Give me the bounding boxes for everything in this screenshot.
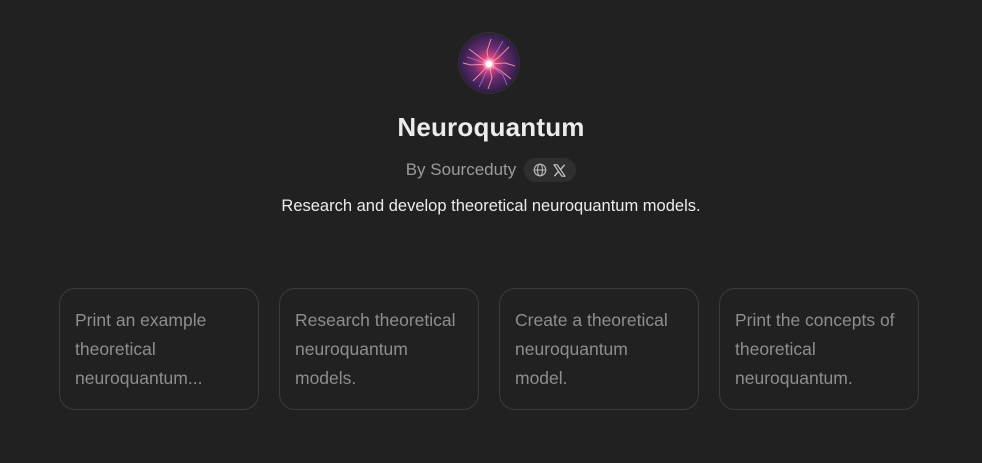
gpt-landing: Neuroquantum By Sourceduty Research and … (0, 0, 982, 463)
author-label: By Sourceduty (405, 160, 517, 179)
byline: By Sourceduty (0, 158, 982, 182)
starter-text: Create a theoretical neuroquantum model. (515, 310, 668, 388)
starter-card[interactable]: Print an example theoretical neuroquantu… (59, 288, 259, 410)
starter-text: Print the concepts of theoretical neuroq… (735, 310, 895, 388)
starter-card[interactable]: Print the concepts of theoretical neuroq… (719, 288, 919, 410)
starter-text: Research theoretical neuroquantum models… (295, 310, 456, 388)
conversation-starters: Print an example theoretical neuroquantu… (59, 288, 919, 410)
starter-card[interactable]: Create a theoretical neuroquantum model. (499, 288, 699, 410)
gpt-avatar (459, 33, 519, 93)
x-icon[interactable] (552, 163, 567, 178)
gpt-title: Neuroquantum (397, 112, 585, 142)
social-links (524, 158, 577, 182)
gpt-description: Research and develop theoretical neuroqu… (281, 197, 701, 215)
starter-card[interactable]: Research theoretical neuroquantum models… (279, 288, 479, 410)
starter-text: Print an example theoretical neuroquantu… (75, 310, 207, 388)
globe-icon[interactable] (533, 163, 547, 177)
plasma-ball-image (459, 33, 519, 93)
